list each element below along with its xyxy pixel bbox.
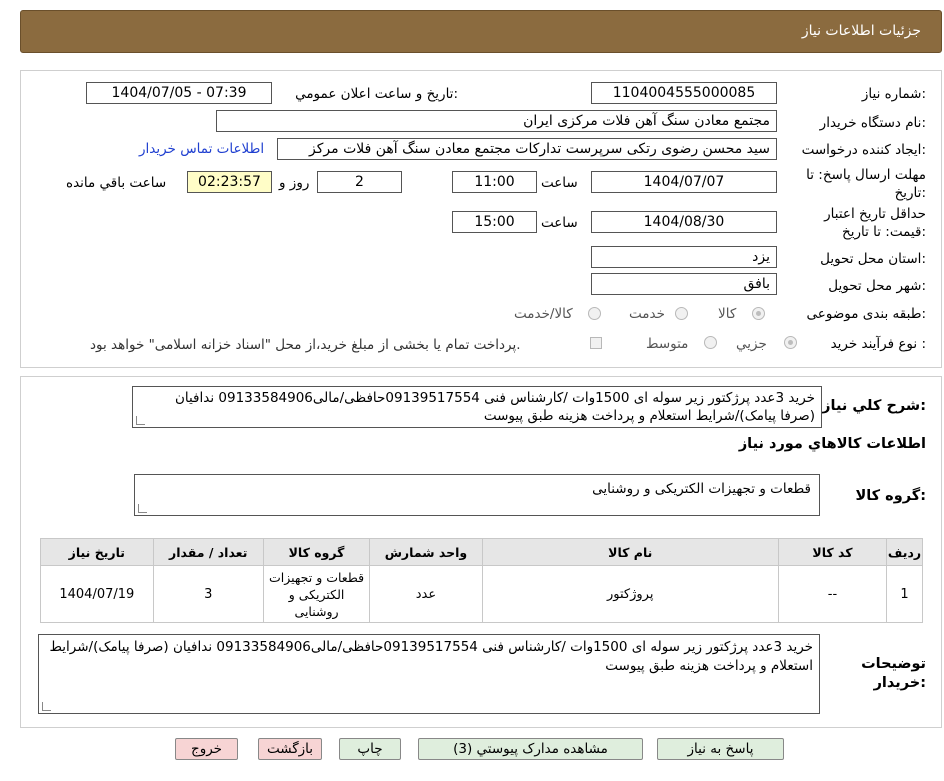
validity-time-field: 15:00 (452, 211, 537, 233)
summary-label: شرح کلي نياز: (822, 398, 926, 414)
category-label: طبقه بندی موضوعی: (806, 306, 926, 322)
deadline-days-field: 2 (317, 171, 402, 193)
buyer-notes-label: توضیحات خریدار: (861, 656, 926, 691)
table-row: 1404/07/19 3 قطعات و تجهیزات الکتریکی و … (40, 565, 924, 623)
col-need-date: تاریخ نیاز (40, 538, 154, 566)
resize-grip-icon[interactable] (138, 504, 147, 513)
cell-unit: عدد (369, 565, 483, 623)
print-button[interactable]: چاپ (339, 738, 401, 760)
category-option-goods: کالا (718, 306, 737, 322)
buyer-org-field: مجتمع معادن سنگ آهن فلات مرکزی ایران (216, 110, 777, 132)
category-radio-goods[interactable] (752, 307, 765, 320)
purchase-radio-minor[interactable] (784, 336, 797, 349)
col-goods-name: نام کالا (481, 538, 779, 566)
goods-group-label: گروه کالا: (855, 488, 926, 504)
buyer-org-label: نام دستگاه خريدار: (819, 115, 926, 131)
goods-section-title: اطلاعات کالاهاي مورد نياز (738, 436, 926, 452)
reply-button[interactable]: پاسخ به نیاز (657, 738, 784, 760)
cell-goods-group: قطعات و تجهیزات الکتریکی و روشنایی (262, 565, 371, 623)
col-row: رديف (885, 538, 924, 566)
need-number-field: 1104004555000085 (591, 82, 777, 104)
resize-grip-icon[interactable] (136, 416, 145, 425)
city-field: بافق (591, 273, 777, 295)
remaining-time-field: 02:23:57 (187, 171, 272, 193)
back-button[interactable]: بازگشت (258, 738, 322, 760)
summary-textarea: خرید 3عدد پرژکتور زیر سوله ای 1500وات /ک… (132, 386, 822, 428)
category-option-service: خدمت (629, 306, 665, 322)
remaining-time-label: ساعت باقي مانده (66, 175, 167, 191)
cell-need-date: 1404/07/19 (40, 565, 154, 623)
cell-quantity: 3 (152, 565, 264, 623)
deadline-days-label: روز و (279, 175, 310, 191)
purchase-option-medium: متوسط (646, 336, 689, 352)
purchase-option-minor: جزیي (736, 336, 767, 352)
requester-label: ایجاد کننده درخواست: (801, 142, 926, 158)
goods-group-textarea: قطعات و تجهیزات الکتریکی و روشنایی (134, 474, 820, 516)
category-radio-service[interactable] (675, 307, 688, 320)
announce-date-field: 1404/07/05 - 07:39 (86, 82, 272, 104)
validity-date-field: 1404/08/30 (591, 211, 777, 233)
category-radio-goods-service[interactable] (588, 307, 601, 320)
deadline-date-field: 1404/07/07 (591, 171, 777, 193)
col-unit: واحد شمارش (369, 538, 483, 566)
col-goods-code: کد کالا (777, 538, 887, 566)
page-header: جزئیات اطلاعات نیاز (20, 10, 942, 53)
category-option-goods-service: کالا/خدمت (514, 306, 573, 322)
cell-goods-name: پروژکتور (481, 565, 779, 623)
treasury-note: پرداخت تمام یا بخشی از مبلغ خرید،از محل … (90, 337, 521, 353)
cell-row-number: 1 (885, 565, 924, 623)
purchase-type-label: نوع فرآیند خرید : (830, 336, 926, 352)
treasury-checkbox[interactable] (590, 337, 602, 349)
deadline-time-label: ساعت (541, 175, 578, 191)
goods-table: تاریخ نیاز تعداد / مقدار گروه کالا واحد … (40, 538, 924, 623)
page-title: جزئیات اطلاعات نیاز (801, 23, 921, 39)
deadline-label: مهلت ارسال پاسخ: تا تاریخ: (806, 167, 926, 201)
validity-label: حداقل تاریخ اعتبار قیمت: تا تاریخ: (824, 206, 926, 240)
buyer-notes-textarea: خرید 3عدد پرژکتور زیر سوله ای 1500وات /ک… (38, 634, 820, 714)
validity-time-label: ساعت (541, 215, 578, 231)
city-label: شهر محل تحویل: (828, 278, 926, 294)
col-quantity: تعداد / مقدار (152, 538, 264, 566)
purchase-radio-medium[interactable] (704, 336, 717, 349)
exit-button[interactable]: خروج (175, 738, 238, 760)
col-goods-group: گروه کالا (262, 538, 371, 566)
deadline-time-field: 11:00 (452, 171, 537, 193)
view-attachments-button[interactable]: مشاهده مدارک پیوستي (3) (418, 738, 643, 760)
table-header-row: تاریخ نیاز تعداد / مقدار گروه کالا واحد … (40, 538, 924, 566)
need-number-label: شماره نیاز: (861, 86, 926, 102)
cell-goods-code: -- (777, 565, 887, 623)
province-label: استان محل تحویل: (820, 251, 926, 267)
buyer-contact-link[interactable]: اطلاعات تماس خریدار (139, 141, 264, 157)
province-field: یزد (591, 246, 777, 268)
requester-field: سید محسن رضوی رتکی سرپرست تدارکات مجتمع … (277, 138, 777, 160)
resize-grip-icon[interactable] (42, 702, 51, 711)
announce-date-label: تاریخ و ساعت اعلان عمومي: (295, 86, 458, 102)
